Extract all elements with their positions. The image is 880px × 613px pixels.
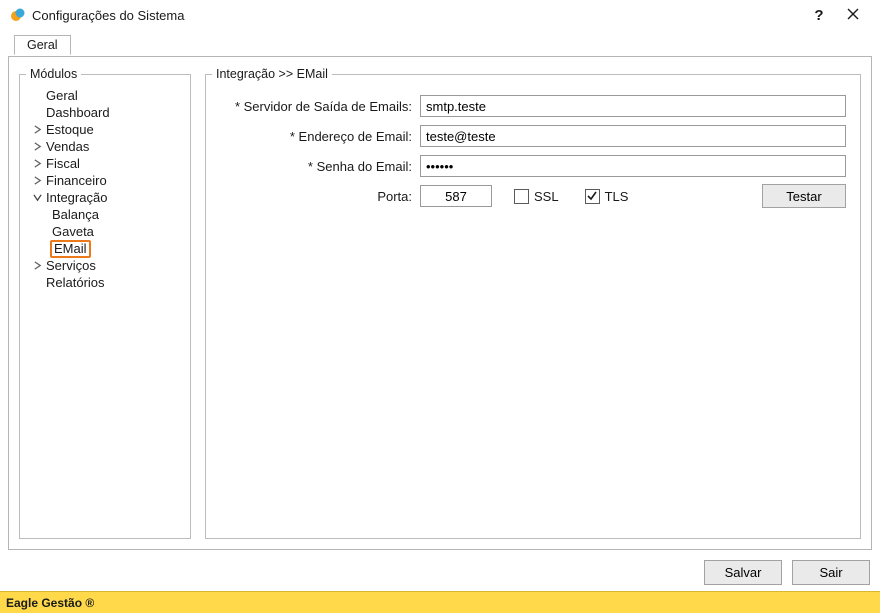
email-address-input[interactable] — [420, 125, 846, 147]
status-text: Eagle Gestão ® — [6, 596, 94, 610]
tab-panel: Módulos ▶Geral ▶Dashboard Estoque Vendas… — [8, 56, 872, 550]
port-input[interactable] — [420, 185, 492, 207]
tree-item-fiscal[interactable]: Fiscal — [30, 155, 184, 172]
tree-item-gaveta[interactable]: Gaveta — [50, 223, 184, 240]
test-button[interactable]: Testar — [762, 184, 846, 208]
tree-item-vendas[interactable]: Vendas — [30, 138, 184, 155]
tree-item-balanca[interactable]: Balança — [50, 206, 184, 223]
footer: Salvar Sair — [8, 550, 872, 586]
chevron-right-icon[interactable] — [30, 125, 44, 134]
modules-group: Módulos ▶Geral ▶Dashboard Estoque Vendas… — [19, 67, 191, 539]
tree-item-email[interactable]: EMail — [50, 240, 184, 257]
tab-geral[interactable]: Geral — [14, 35, 71, 55]
tree-item-financeiro[interactable]: Financeiro — [30, 172, 184, 189]
window-title: Configurações do Sistema — [32, 8, 802, 23]
tls-checkbox[interactable]: TLS — [585, 189, 629, 204]
settings-group: Integração >> EMail * Servidor de Saída … — [205, 67, 861, 539]
exit-button[interactable]: Sair — [792, 560, 870, 585]
help-button[interactable]: ? — [802, 7, 836, 24]
chevron-down-icon[interactable] — [30, 193, 44, 202]
settings-legend: Integração >> EMail — [212, 67, 332, 81]
ssl-checkbox[interactable]: SSL — [514, 189, 559, 204]
ssl-label: SSL — [534, 189, 559, 204]
chevron-right-icon[interactable] — [30, 261, 44, 270]
tree-item-servicos[interactable]: Serviços — [30, 257, 184, 274]
label-server: * Servidor de Saída de Emails: — [220, 99, 420, 114]
tls-label: TLS — [605, 189, 629, 204]
label-password: * Senha do Email: — [220, 159, 420, 174]
modules-tree: ▶Geral ▶Dashboard Estoque Vendas Fiscal … — [26, 87, 184, 291]
save-button[interactable]: Salvar — [704, 560, 782, 585]
chevron-right-icon[interactable] — [30, 142, 44, 151]
chevron-right-icon[interactable] — [30, 159, 44, 168]
tree-item-relatorios[interactable]: ▶Relatórios — [30, 274, 184, 291]
title-bar: Configurações do Sistema ? — [0, 0, 880, 30]
tree-item-integracao[interactable]: Integração Balança Gaveta EMail — [30, 189, 184, 257]
smtp-server-input[interactable] — [420, 95, 846, 117]
tab-strip: Geral — [14, 34, 872, 56]
status-bar: Eagle Gestão ® — [0, 591, 880, 613]
app-icon — [10, 7, 26, 23]
tree-item-dashboard[interactable]: ▶Dashboard — [30, 104, 184, 121]
modules-legend: Módulos — [26, 67, 81, 81]
tree-item-estoque[interactable]: Estoque — [30, 121, 184, 138]
close-button[interactable] — [836, 7, 870, 24]
checkbox-icon — [514, 189, 529, 204]
checkbox-checked-icon — [585, 189, 600, 204]
label-address: * Endereço de Email: — [220, 129, 420, 144]
label-port: Porta: — [220, 189, 420, 204]
chevron-right-icon[interactable] — [30, 176, 44, 185]
email-password-input[interactable] — [420, 155, 846, 177]
tree-item-geral[interactable]: ▶Geral — [30, 87, 184, 104]
